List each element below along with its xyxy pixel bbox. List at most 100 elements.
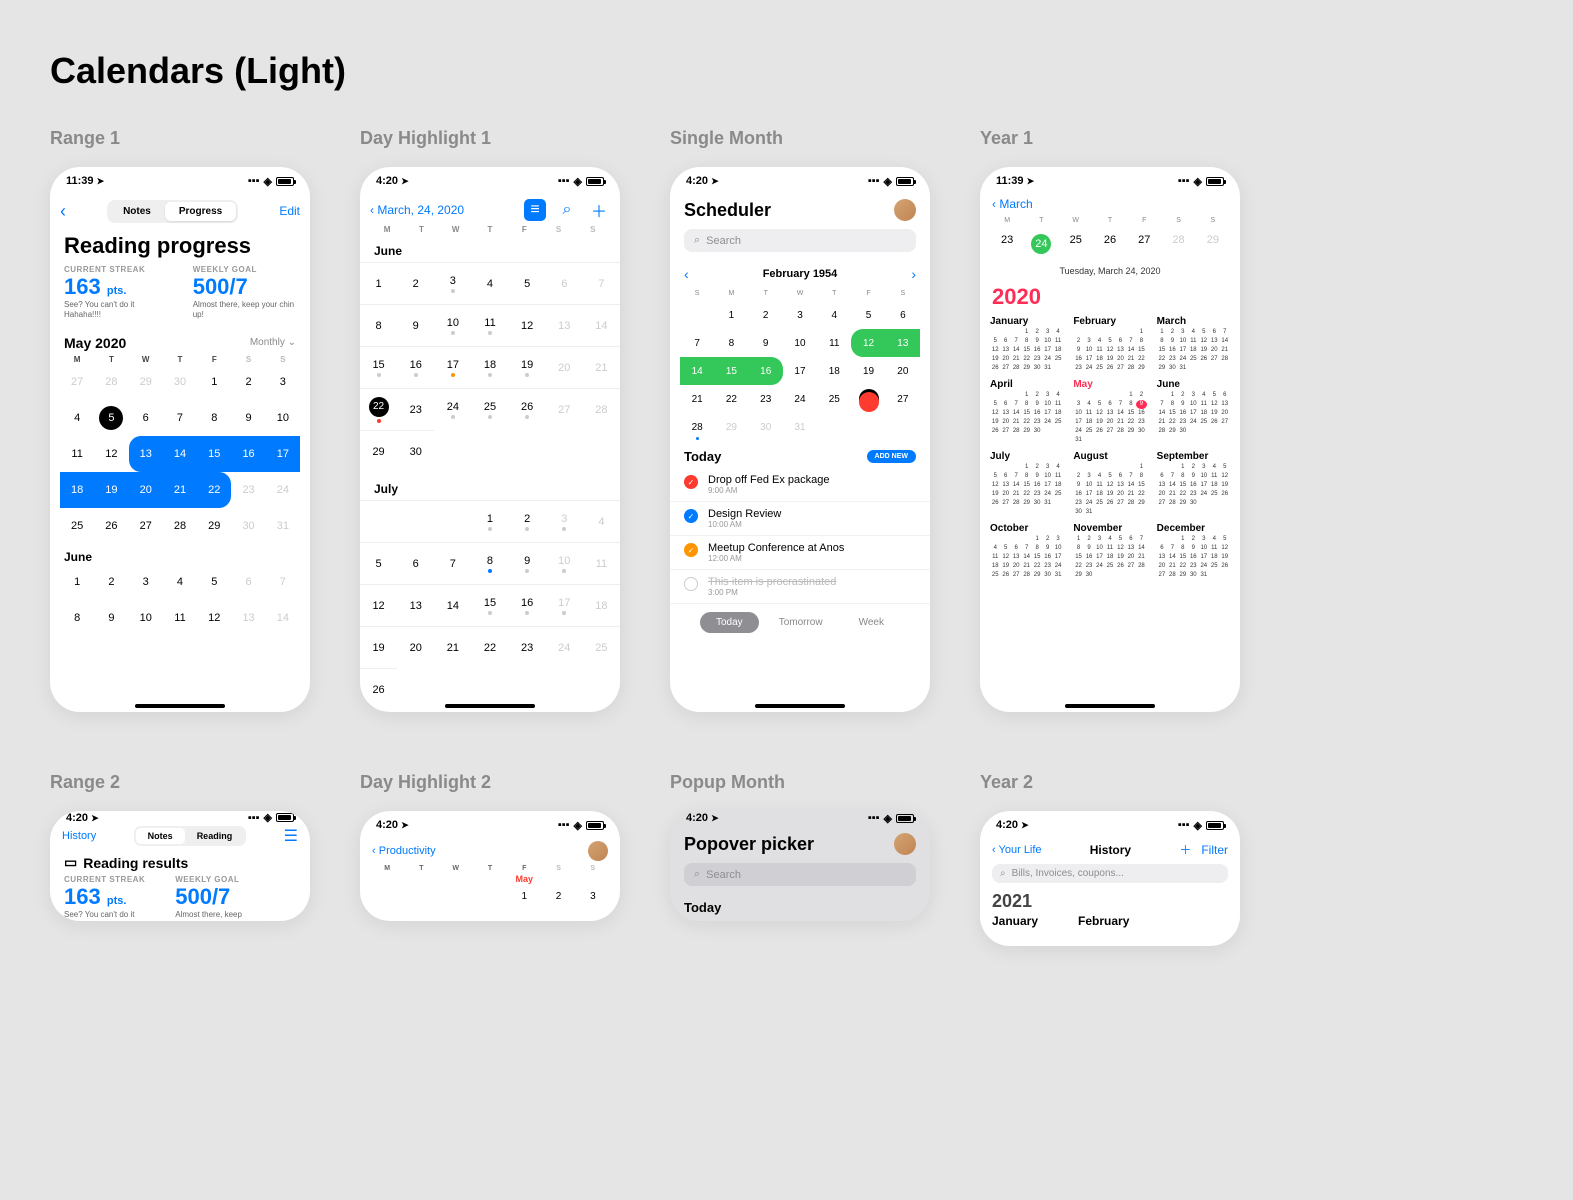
calendar-day[interactable]: 4 <box>163 564 197 600</box>
calendar-day[interactable]: 2 <box>541 884 575 908</box>
calendar-day[interactable]: 1 <box>360 262 397 304</box>
tab-week[interactable]: Week <box>843 612 900 633</box>
calendar-day[interactable]: 10 <box>266 400 300 436</box>
calendar-day[interactable]: 10 <box>783 329 817 357</box>
add-icon[interactable]: ＋ <box>588 199 610 221</box>
calendar-day[interactable]: 24 <box>783 385 817 413</box>
calendar-day[interactable]: 5 <box>360 542 397 584</box>
calendar-day[interactable]: 20 <box>129 472 163 508</box>
calendar-day[interactable]: 15 <box>714 357 748 385</box>
week-day[interactable]: 23 <box>990 230 1024 258</box>
add-icon[interactable]: ＋ <box>1179 841 1191 858</box>
search-input[interactable]: ⌕Search <box>684 229 916 252</box>
calendar-day[interactable]: 22 <box>714 385 748 413</box>
seg-reading[interactable]: Reading <box>185 828 245 844</box>
calendar-day[interactable]: 11 <box>471 304 508 346</box>
calendar-day[interactable]: 23 <box>509 626 546 668</box>
calendar-day[interactable]: 15 <box>471 584 508 626</box>
month-january[interactable]: January <box>992 914 1038 928</box>
calendar-day[interactable]: 17 <box>266 436 300 472</box>
calendar-day[interactable]: 13 <box>886 329 920 357</box>
calendar-day[interactable]: 1 <box>714 301 748 329</box>
calendar-day[interactable]: 11 <box>817 329 851 357</box>
calendar-day[interactable]: 26 <box>360 668 397 710</box>
calendar-day[interactable]: 23 <box>397 388 434 430</box>
seg-notes[interactable]: Notes <box>136 828 185 844</box>
calendar-day[interactable]: 10 <box>546 542 583 584</box>
calendar-day[interactable]: 19 <box>360 626 397 668</box>
calendar-day[interactable]: 15 <box>197 436 231 472</box>
calendar-day[interactable]: 22 <box>360 388 397 430</box>
edit-button[interactable]: Edit <box>279 204 300 218</box>
calendar-day[interactable]: 26 <box>94 508 128 544</box>
avatar[interactable] <box>894 199 916 221</box>
calendar-day[interactable]: 18 <box>817 357 851 385</box>
calendar-day[interactable]: 5 <box>197 564 231 600</box>
calendar-day[interactable]: 3 <box>783 301 817 329</box>
calendar-day[interactable]: 12 <box>360 584 397 626</box>
calendar-day[interactable]: 8 <box>60 600 94 636</box>
search-input[interactable]: ⌕Bills, Invoices, coupons... <box>992 864 1228 883</box>
calendar-day[interactable]: 2 <box>509 500 546 542</box>
calendar-day[interactable]: 25 <box>471 388 508 430</box>
calendar-day[interactable]: 28 <box>680 413 714 441</box>
calendar-day[interactable]: 1 <box>197 364 231 400</box>
calendar-day[interactable]: 21 <box>583 346 620 388</box>
calendar-day[interactable]: 17 <box>434 346 471 388</box>
week-day[interactable]: 27 <box>1127 230 1161 258</box>
mini-month[interactable]: February12345678910111213141516171819202… <box>1073 316 1146 373</box>
checkbox-icon[interactable]: ✓ <box>684 509 698 523</box>
calendar-day[interactable]: 14 <box>680 357 714 385</box>
calendar-day[interactable]: 29 <box>360 430 397 472</box>
calendar-day[interactable]: 22 <box>471 626 508 668</box>
mini-month[interactable]: April12345678910111213141516171819202122… <box>990 379 1063 445</box>
calendar-day[interactable]: 28 <box>163 508 197 544</box>
search-icon[interactable]: ⌕ <box>556 199 578 221</box>
avatar[interactable] <box>894 833 916 855</box>
bottom-tabs[interactable]: TodayTomorrowWeek <box>670 604 930 651</box>
mini-month[interactable]: March12345678910111213141516171819202122… <box>1157 316 1230 373</box>
year-grid[interactable]: January123456789101112131415161718192021… <box>980 316 1240 580</box>
add-new-button[interactable]: ADD NEW <box>867 450 916 463</box>
calendar-day[interactable]: 7 <box>583 262 620 304</box>
calendar-day[interactable]: 25 <box>817 385 851 413</box>
calendar-day[interactable]: 12 <box>94 436 128 472</box>
list-item[interactable]: ✓Drop off Fed Ex package9:00 AM <box>670 468 930 502</box>
view-toggle[interactable]: Monthly ⌄ <box>250 337 296 348</box>
calendar-day[interactable]: 2 <box>397 262 434 304</box>
calendar-day[interactable]: 26 <box>509 388 546 430</box>
calendar-day[interactable]: 11 <box>60 436 94 472</box>
calendar-day[interactable]: 30 <box>231 508 265 544</box>
calendar-day[interactable]: 13 <box>129 436 163 472</box>
calendar-day[interactable]: 9 <box>749 329 783 357</box>
calendar-day[interactable]: 14 <box>266 600 300 636</box>
calendar-day[interactable]: 16 <box>749 357 783 385</box>
next-month-icon[interactable]: › <box>911 266 916 282</box>
segmented-control[interactable]: Notes Reading <box>134 826 247 846</box>
list-icon[interactable]: ≡ <box>524 199 546 221</box>
calendar-day[interactable]: 3 <box>576 884 610 908</box>
calendar-day[interactable]: 21 <box>680 385 714 413</box>
calendar-day[interactable]: 2 <box>231 364 265 400</box>
calendar-day[interactable]: 21 <box>163 472 197 508</box>
calendar-day[interactable]: 21 <box>434 626 471 668</box>
list-icon[interactable]: ☰ <box>284 826 298 846</box>
mini-month[interactable]: July123456789101112131415161718192021222… <box>990 451 1063 517</box>
checkbox-icon[interactable]: ✓ <box>684 543 698 557</box>
week-day[interactable]: 25 <box>1059 230 1093 258</box>
avatar[interactable] <box>588 841 608 861</box>
calendar-day[interactable]: 19 <box>509 346 546 388</box>
calendar-day[interactable]: 24 <box>266 472 300 508</box>
week-strip[interactable]: 23242526272829 <box>980 228 1240 264</box>
calendar-day[interactable]: 13 <box>231 600 265 636</box>
calendar-day[interactable]: 1 <box>507 884 541 908</box>
list-item[interactable]: ✓Meetup Conference at Anos12:00 AM <box>670 536 930 570</box>
calendar-day[interactable]: 2 <box>749 301 783 329</box>
calendar-day[interactable]: 24 <box>434 388 471 430</box>
seg-progress[interactable]: Progress <box>165 202 236 221</box>
calendar-day[interactable]: 13 <box>546 304 583 346</box>
calendar-day[interactable]: 4 <box>60 400 94 436</box>
week-day[interactable]: 28 <box>1161 230 1195 258</box>
calendar-day[interactable]: 16 <box>231 436 265 472</box>
calendar-day[interactable]: 23 <box>231 472 265 508</box>
